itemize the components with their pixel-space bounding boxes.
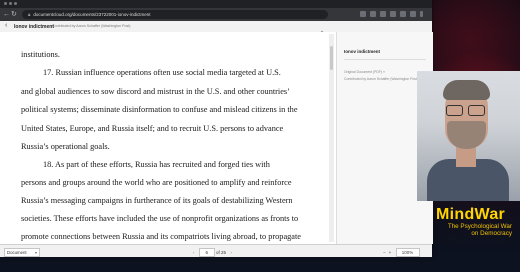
scrollbar-thumb[interactable] [330,46,333,70]
document-line: United States, Europe, and Russia itself… [21,124,284,133]
document-line: and global audiences to sow discord and … [21,87,290,96]
page-navigation: ‹ 6 of 25 › [190,247,235,257]
viewer-footer: Document ▾ ‹ 6 of 25 › − + 100% [0,244,432,257]
document-line: institutions. [21,50,60,59]
back-arrow-icon[interactable]: ← [3,10,10,19]
next-page-icon[interactable]: › [230,250,232,255]
extension-icon[interactable] [360,11,366,17]
original-document-link[interactable]: Original Document (PDF) » [344,70,385,74]
brand-name: MindWar [436,206,506,223]
window-minimize-icon[interactable] [9,2,12,5]
glasses-icon [446,105,488,116]
view-mode-value: Document [7,249,27,255]
document-line: Russia’s operational goals. [21,142,110,151]
url-text: documentcloud.org/documents/23722001-ion… [33,12,151,17]
document-line: political systems; disseminate disinform… [21,105,298,114]
extension-icon[interactable] [390,11,396,17]
chevron-down-icon: ▾ [34,249,37,255]
profile-icon[interactable] [410,11,416,17]
lock-icon: 🔒︎ [28,12,31,17]
brand-tagline: The Psychological War [447,223,512,230]
webcam-overlay [417,71,520,201]
window-close-icon[interactable] [4,2,7,5]
zoom-in-icon[interactable]: + [389,250,392,255]
extension-icon[interactable] [370,11,376,17]
window-maximize-icon[interactable] [14,2,17,5]
menu-kebab-icon[interactable] [420,11,423,17]
back-chevron-icon[interactable]: ‹ [5,22,7,29]
view-mode-select[interactable]: Document ▾ [4,247,40,257]
presenter-neck [456,147,476,167]
presenter-hair [443,80,490,100]
document-title: Ionov indictment [14,23,54,30]
page-number-input[interactable]: 6 [198,247,215,257]
zoom-out-icon[interactable]: − [383,250,386,255]
document-line: societies. These efforts have included t… [21,214,299,223]
reload-icon[interactable]: ↻ [11,10,17,19]
document-line: Russia’s messaging campaigns in furthera… [21,196,293,205]
document-line: persons and groups around the world who … [21,178,292,187]
brand-tagline: on Democracy [471,230,512,237]
extension-icon[interactable] [400,11,406,17]
sidebar-contributor: Contributed by Aaron Schaffer (Washingto… [344,77,419,81]
zoom-control: − + 100% [383,247,420,257]
document-scrollbar[interactable] [329,34,334,242]
zoom-select[interactable]: 100% [395,247,420,257]
address-bar[interactable]: 🔒︎ documentcloud.org/documents/23722001-i… [22,10,328,19]
page-count: of 25 [216,249,227,255]
browser-toolbar: ← ↻ 🔒︎ documentcloud.org/documents/237220… [0,8,432,21]
document-line: 18. As part of these efforts, Russia has… [43,160,270,169]
browser-tab-strip [0,0,432,8]
brand-logo: MindWar The Psychological War on Democra… [436,206,520,238]
sidebar-title: Ionov indictment [344,49,380,54]
previous-page-icon[interactable]: ‹ [193,250,195,255]
extension-icon[interactable] [380,11,386,17]
contributor-text: Contributed by Aaron Schaffer (Washingto… [52,24,131,28]
sidebar-divider [344,59,426,60]
document-line: promote connections between Russia and i… [21,232,301,241]
document-page: institutions. 17. Russian influence oper… [0,32,336,244]
document-line: 17. Russian influence operations often u… [43,68,281,77]
browser-window: ← ↻ 🔒︎ documentcloud.org/documents/237220… [0,0,433,257]
